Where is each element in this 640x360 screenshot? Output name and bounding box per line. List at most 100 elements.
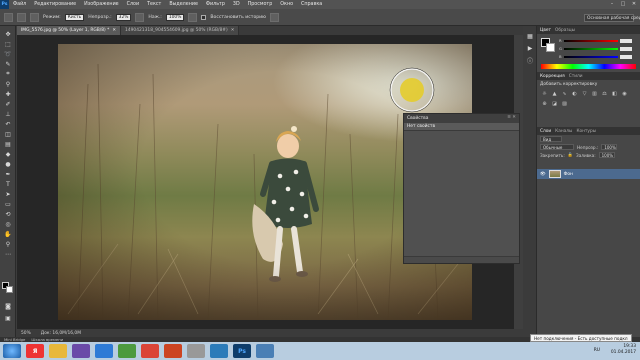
menu-image[interactable]: Изображение xyxy=(80,2,123,7)
blue-slider[interactable]: B xyxy=(559,54,635,59)
mode-select[interactable]: Кисть xyxy=(64,13,85,21)
gradient-tool-icon[interactable]: ▤ xyxy=(3,140,13,148)
menu-layers[interactable]: Слои xyxy=(123,2,143,7)
close-icon[interactable]: ✕ xyxy=(630,1,638,7)
lasso-tool-icon[interactable]: ➰ xyxy=(3,50,13,58)
crop-tool-icon[interactable]: ⌗ xyxy=(3,70,13,78)
restore-history-checkbox[interactable] xyxy=(201,14,207,20)
dodge-tool-icon[interactable]: ● xyxy=(3,160,13,168)
maximize-icon[interactable]: □ xyxy=(619,1,627,7)
blur-tool-icon[interactable]: ◆ xyxy=(3,150,13,158)
media-player-button[interactable] xyxy=(72,344,90,358)
healing-tool-icon[interactable]: ✚ xyxy=(3,90,13,98)
menu-window[interactable]: Окно xyxy=(276,2,297,7)
app-button[interactable] xyxy=(164,344,182,358)
move-tool-icon[interactable]: ✥ xyxy=(3,30,13,38)
start-button[interactable] xyxy=(3,344,21,358)
language-indicator[interactable]: RU xyxy=(594,348,600,353)
quick-select-tool-icon[interactable]: ✎ xyxy=(3,60,13,68)
brush-panel-icon[interactable] xyxy=(30,12,39,22)
layer-fill-field[interactable]: 100% xyxy=(598,152,615,158)
black-white-icon[interactable]: ◧ xyxy=(611,90,618,97)
yandex-browser-button[interactable]: Я xyxy=(26,344,44,358)
layer-row[interactable]: 👁 Фон xyxy=(537,169,640,179)
zoom-level[interactable]: 50% xyxy=(21,331,31,336)
curves-icon[interactable]: ∿ xyxy=(561,90,568,97)
red-slider[interactable]: R xyxy=(559,38,635,43)
photoshop-taskbar-button[interactable]: Ps xyxy=(233,344,251,358)
lock-icon[interactable]: 🔒 xyxy=(568,152,573,158)
document-tab[interactable]: 1490421318_904554609.jpg @ 50% (RGB/8#) … xyxy=(121,26,240,35)
edit-toolbar-icon[interactable]: ⋯ xyxy=(3,250,13,258)
app-button[interactable] xyxy=(95,344,113,358)
app-button[interactable] xyxy=(210,344,228,358)
exposure-icon[interactable]: ◐ xyxy=(571,90,578,97)
flow-field[interactable]: 100% xyxy=(165,13,185,21)
actions-panel-icon[interactable]: ▶ xyxy=(525,44,535,52)
3d-rotate-tool-icon[interactable]: ⟲ xyxy=(3,210,13,218)
tab-layers[interactable]: Слои xyxy=(540,129,551,134)
menu-select[interactable]: Выделение xyxy=(165,2,202,7)
menu-text[interactable]: Текст xyxy=(143,2,165,7)
eyedropper-tool-icon[interactable]: ⚲ xyxy=(3,80,13,88)
tab-paths[interactable]: Контуры xyxy=(576,129,596,134)
properties-panel-header[interactable]: Свойства ≡ ✕ xyxy=(404,114,519,123)
tab-styles[interactable]: Стили xyxy=(569,74,583,79)
explorer-button[interactable] xyxy=(49,344,67,358)
screen-mode-icon[interactable]: ▣ xyxy=(3,314,13,322)
color-balance-icon[interactable]: ⚖ xyxy=(601,90,608,97)
brightness-icon[interactable]: ☼ xyxy=(541,90,548,97)
app-button[interactable] xyxy=(256,344,274,358)
close-icon[interactable]: ✕ xyxy=(112,28,116,33)
visibility-eye-icon[interactable]: 👁 xyxy=(540,172,546,177)
app-button[interactable] xyxy=(187,344,205,358)
background-color-box[interactable] xyxy=(546,43,555,52)
eraser-tool-icon[interactable]: ◫ xyxy=(3,130,13,138)
stamp-tool-icon[interactable]: ⊥ xyxy=(3,110,13,118)
panel-menu-icon[interactable]: ≡ ✕ xyxy=(507,115,516,120)
brush-preset-icon[interactable] xyxy=(17,12,26,22)
color-spectrum[interactable] xyxy=(541,64,636,69)
3d-camera-tool-icon[interactable]: ◎ xyxy=(3,220,13,228)
blend-mode-select[interactable]: Обычные xyxy=(540,144,574,150)
quick-mask-icon[interactable]: ◙ xyxy=(3,302,13,310)
tab-adjustments[interactable]: Коррекция xyxy=(540,74,565,79)
layer-kind-select[interactable]: Вид xyxy=(540,136,562,142)
layer-opacity-field[interactable]: 100% xyxy=(601,144,618,150)
levels-icon[interactable]: ▲ xyxy=(551,90,558,97)
menu-help[interactable]: Справка xyxy=(297,2,326,7)
minimize-icon[interactable]: – xyxy=(608,1,616,7)
document-tab-active[interactable]: IMG_5576.jpg @ 50% (Layer 1, RGB/8) * ✕ xyxy=(17,26,122,35)
hand-tool-icon[interactable]: ✋ xyxy=(3,230,13,238)
vibrance-icon[interactable]: ▽ xyxy=(581,90,588,97)
clock-date[interactable]: 01.04.2017 xyxy=(611,350,636,356)
chrome-button[interactable] xyxy=(141,344,159,358)
app-button[interactable] xyxy=(118,344,136,358)
menu-filter[interactable]: Фильтр xyxy=(202,2,229,7)
menu-3d[interactable]: 3D xyxy=(229,2,244,7)
pressure-size-icon[interactable] xyxy=(270,12,280,22)
marquee-tool-icon[interactable]: ⬚ xyxy=(3,40,13,48)
channel-mixer-icon[interactable]: ⊕ xyxy=(541,100,548,107)
background-color-swatch[interactable] xyxy=(6,286,13,293)
photo-filter-icon[interactable]: ◉ xyxy=(621,90,628,97)
tab-swatches[interactable]: Образцы xyxy=(555,28,575,33)
tab-channels[interactable]: Каналы xyxy=(555,129,572,134)
pen-tool-icon[interactable]: ✒ xyxy=(3,170,13,178)
tab-color[interactable]: Цвет xyxy=(540,28,551,33)
menu-file[interactable]: Файл xyxy=(9,2,30,7)
posterize-icon[interactable]: ▨ xyxy=(561,100,568,107)
workspace-select[interactable]: Основная рабочая среда xyxy=(584,14,640,22)
zoom-tool-icon[interactable]: ⚲ xyxy=(3,240,13,248)
menu-edit[interactable]: Редактирование xyxy=(30,2,80,7)
info-panel-icon[interactable]: ⓘ xyxy=(525,56,535,65)
airbrush-icon[interactable] xyxy=(188,12,198,22)
pressure-opacity-icon[interactable] xyxy=(135,12,145,22)
opacity-field[interactable]: 32% xyxy=(115,13,132,21)
brush-tool-icon[interactable]: ✐ xyxy=(3,100,13,108)
menu-view[interactable]: Просмотр xyxy=(244,2,277,7)
hue-saturation-icon[interactable]: ▥ xyxy=(591,90,598,97)
shape-tool-icon[interactable]: ▭ xyxy=(3,200,13,208)
history-brush-tool-icon[interactable] xyxy=(4,12,13,22)
green-slider[interactable]: G xyxy=(559,46,635,51)
